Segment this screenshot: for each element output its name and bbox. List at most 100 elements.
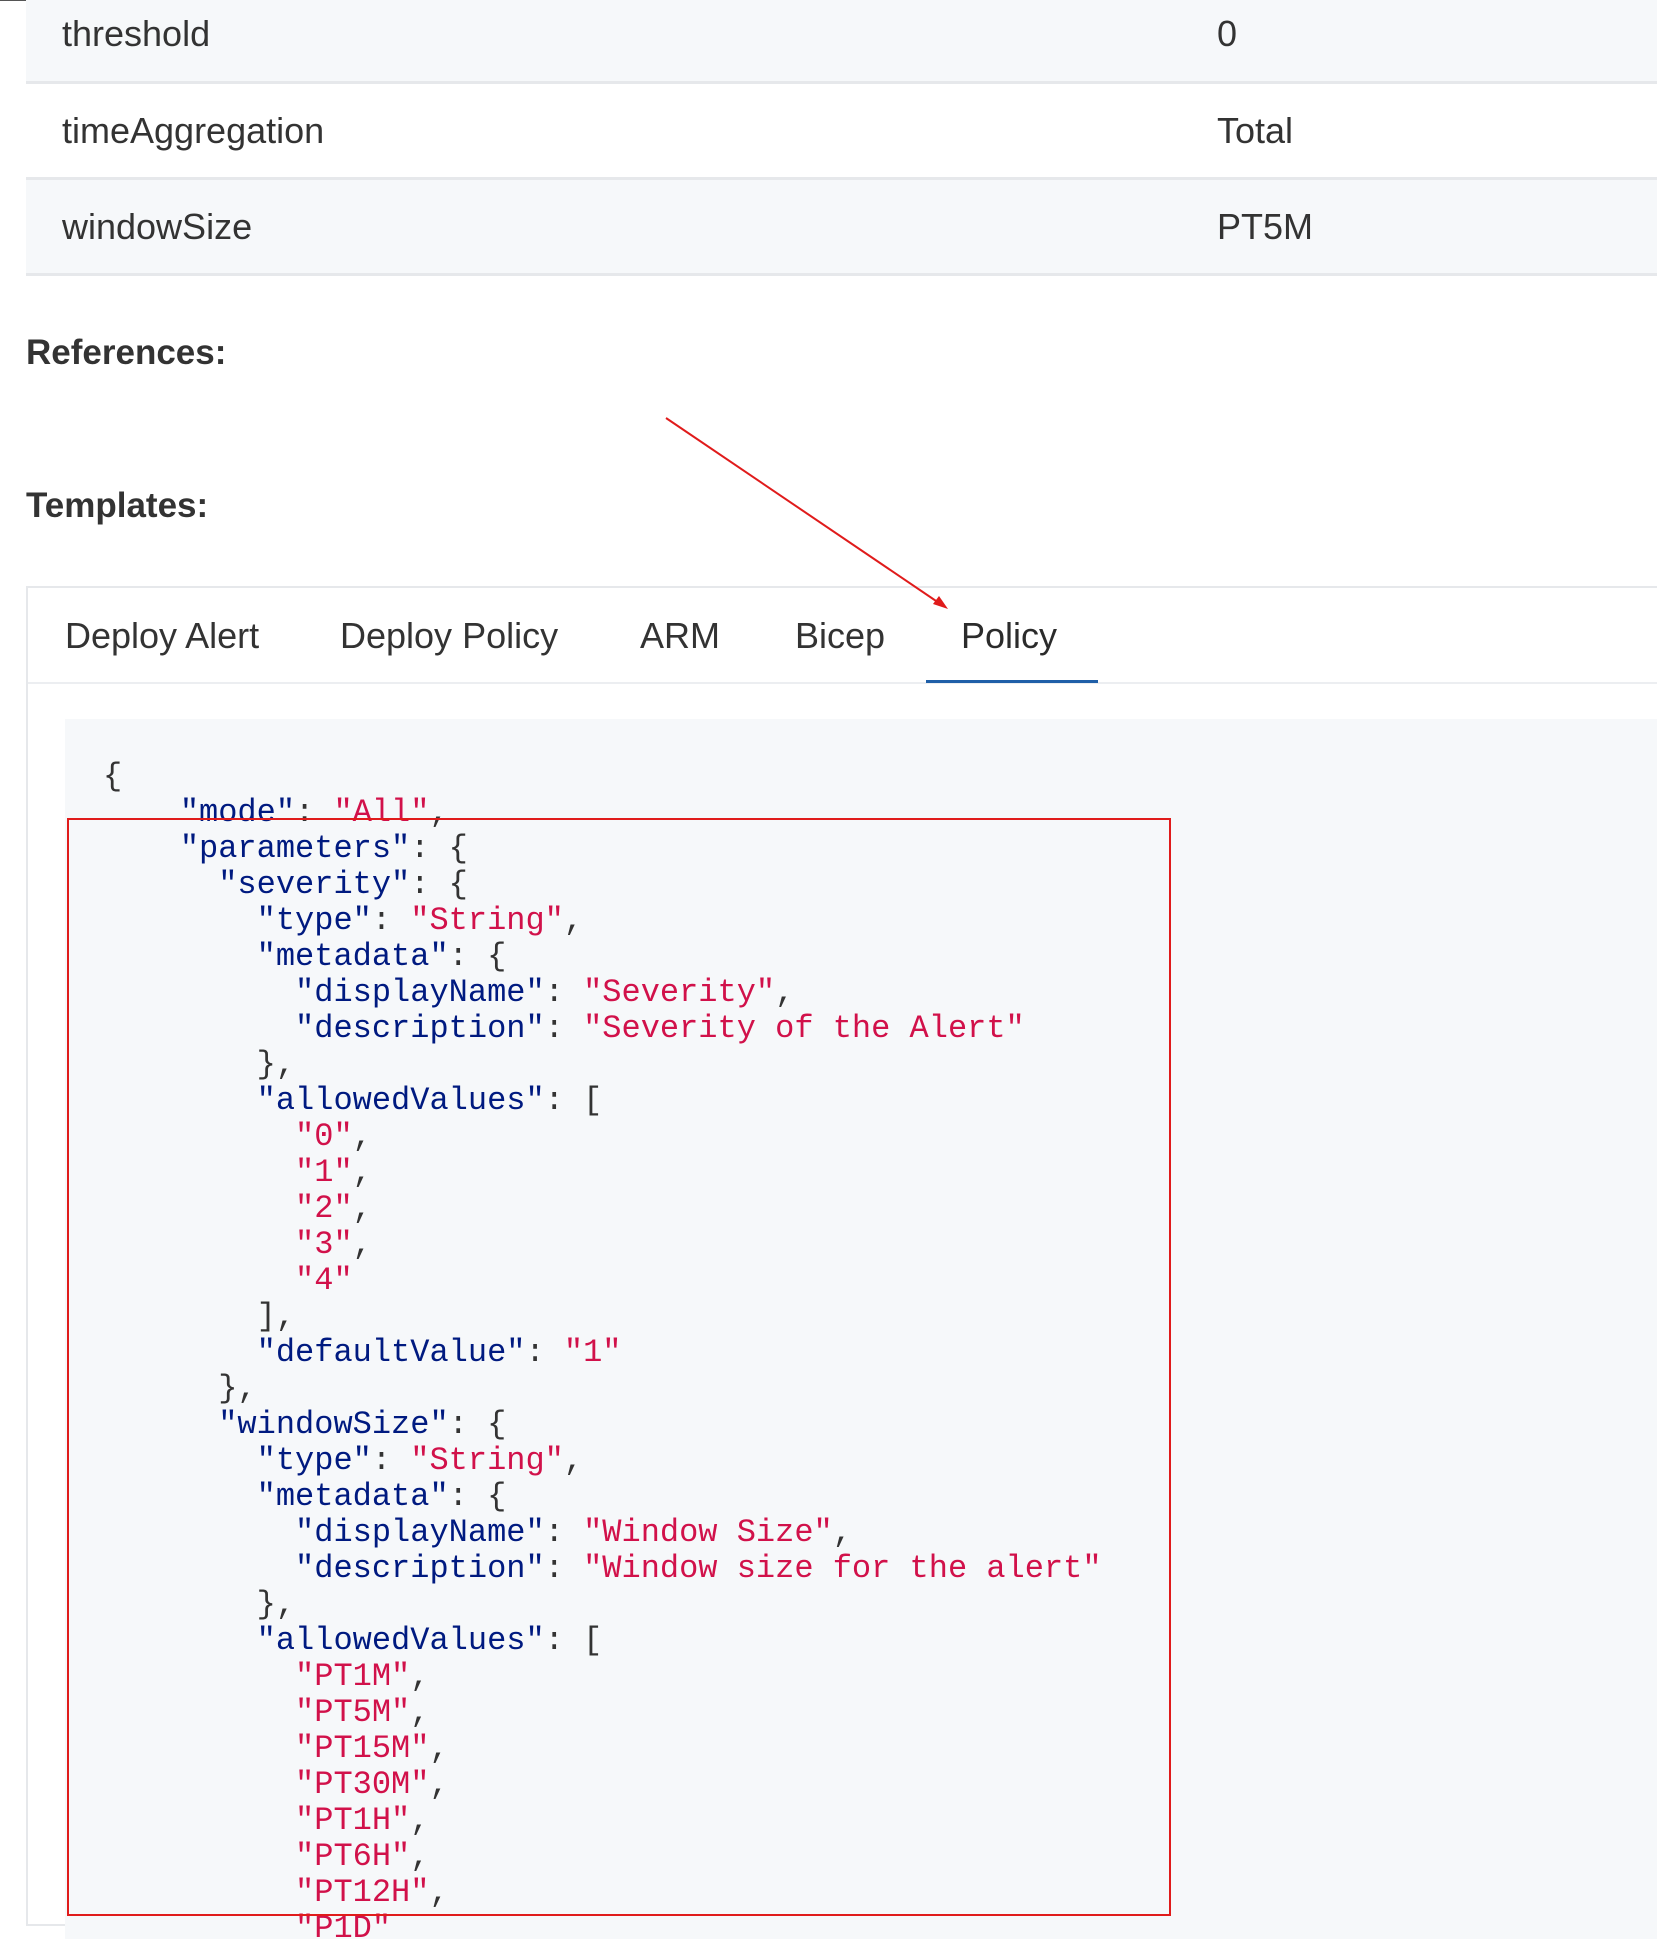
json-punctuation: , <box>429 1874 449 1911</box>
json-punctuation <box>103 1550 295 1587</box>
code-line: "displayName": "Severity", <box>103 975 1102 1011</box>
tab-bar: Deploy Alert Deploy Policy ARM Bicep Pol… <box>28 588 1657 684</box>
json-key: "severity" <box>218 866 411 903</box>
json-punctuation: , <box>410 1694 430 1731</box>
json-key: "metadata" <box>256 938 449 975</box>
json-punctuation: : [ <box>544 1082 603 1119</box>
tab-policy[interactable]: Policy <box>961 588 1057 684</box>
json-punctuation <box>103 1226 295 1263</box>
json-punctuation: : { <box>410 830 468 867</box>
json-punctuation: : <box>371 902 411 939</box>
json-punctuation <box>103 938 257 975</box>
json-string: "Window size for the alert" <box>583 1550 1102 1587</box>
json-string: "PT5M" <box>295 1694 411 1731</box>
code-line: "allowedValues": [ <box>103 1623 1102 1659</box>
json-punctuation <box>103 866 218 903</box>
json-punctuation <box>103 1514 295 1551</box>
json-punctuation: , <box>563 902 584 939</box>
json-key: "displayName" <box>295 1514 545 1551</box>
json-punctuation: , <box>429 1730 449 1767</box>
code-line: }, <box>103 1587 1102 1623</box>
code-line: "1", <box>103 1155 1102 1191</box>
json-punctuation: , <box>563 1442 584 1479</box>
property-name: timeAggregation <box>62 109 325 151</box>
code-line: "description": "Window size for the aler… <box>103 1551 1102 1587</box>
json-key: "type" <box>256 1442 372 1479</box>
json-punctuation: : <box>525 1334 564 1371</box>
json-punctuation <box>103 1658 295 1695</box>
code-line: "severity": { <box>103 867 1102 903</box>
code-line: "mode": "All", <box>103 795 1102 831</box>
code-line: "type": "String", <box>103 1443 1102 1479</box>
json-string: "String" <box>410 902 564 939</box>
json-string: "1" <box>295 1154 353 1191</box>
json-punctuation: , <box>352 1154 372 1191</box>
json-punctuation <box>103 1406 218 1443</box>
json-string: "3" <box>295 1226 353 1263</box>
json-string: "String" <box>410 1442 564 1479</box>
json-key: "allowedValues" <box>256 1082 545 1119</box>
json-punctuation <box>103 974 295 1011</box>
code-line: "PT5M", <box>103 1695 1102 1731</box>
json-punctuation <box>103 1910 295 1939</box>
json-punctuation: , <box>410 1838 430 1875</box>
code-line: }, <box>103 1371 1102 1407</box>
json-punctuation <box>103 1478 257 1515</box>
property-name: windowSize <box>62 205 253 247</box>
code-line: "metadata": { <box>103 1479 1102 1515</box>
json-punctuation: }, <box>103 1046 296 1083</box>
tab-arm[interactable]: ARM <box>640 588 720 684</box>
json-string: "PT30M" <box>295 1766 430 1803</box>
json-punctuation: , <box>775 974 795 1011</box>
code-line: "parameters": { <box>103 831 1102 867</box>
json-punctuation: ], <box>103 1298 296 1335</box>
json-punctuation: , <box>352 1118 372 1155</box>
json-punctuation <box>103 1730 295 1767</box>
code-line: "PT1H", <box>103 1803 1102 1839</box>
code-line: }, <box>103 1047 1102 1083</box>
properties-table: threshold 0 timeAggregation Total window… <box>26 0 1657 276</box>
tab-deploy-policy[interactable]: Deploy Policy <box>340 588 558 684</box>
json-punctuation <box>103 1010 295 1047</box>
json-key: "defaultValue" <box>256 1334 526 1371</box>
json-key: "allowedValues" <box>256 1622 545 1659</box>
json-punctuation <box>103 1766 295 1803</box>
tab-deploy-alert[interactable]: Deploy Alert <box>65 588 259 684</box>
json-string: "2" <box>295 1190 353 1227</box>
active-tab-indicator <box>926 680 1098 683</box>
json-punctuation <box>103 794 180 831</box>
json-key: "mode" <box>179 794 296 831</box>
references-heading: References: <box>26 333 227 372</box>
json-punctuation: : <box>544 1010 584 1047</box>
json-punctuation <box>103 1082 257 1119</box>
json-punctuation <box>103 1838 295 1875</box>
json-key: "windowSize" <box>218 1406 449 1443</box>
json-punctuation: : <box>544 974 584 1011</box>
json-punctuation: : <box>544 1514 584 1551</box>
json-punctuation: , <box>832 1514 852 1551</box>
templates-heading: Templates: <box>26 486 209 525</box>
json-punctuation: }, <box>103 1586 296 1623</box>
table-row: threshold 0 <box>26 0 1657 84</box>
json-string: "0" <box>295 1118 353 1155</box>
json-punctuation: : { <box>448 1478 507 1515</box>
json-string: "4" <box>295 1262 353 1299</box>
code-line: "PT30M", <box>103 1767 1102 1803</box>
json-string: "Window Size" <box>583 1514 833 1551</box>
json-punctuation: : { <box>410 866 468 903</box>
code-block[interactable]: { "mode": "All", "parameters": { "severi… <box>65 719 1657 1939</box>
json-punctuation: : { <box>448 1406 507 1443</box>
json-string: "Severity of the Alert" <box>583 1010 1025 1047</box>
code-line: "windowSize": { <box>103 1407 1102 1443</box>
json-string: "PT12H" <box>295 1874 430 1911</box>
json-punctuation <box>103 1874 295 1911</box>
json-string: "Severity" <box>583 974 776 1011</box>
policy-json-code: { "mode": "All", "parameters": { "severi… <box>103 759 1102 1939</box>
json-punctuation: , <box>429 794 449 831</box>
json-punctuation: , <box>352 1226 372 1263</box>
json-string: "PT1H" <box>295 1802 411 1839</box>
tab-bicep[interactable]: Bicep <box>795 588 885 684</box>
json-punctuation <box>103 1190 295 1227</box>
json-punctuation <box>103 1694 295 1731</box>
json-punctuation: , <box>429 1766 449 1803</box>
